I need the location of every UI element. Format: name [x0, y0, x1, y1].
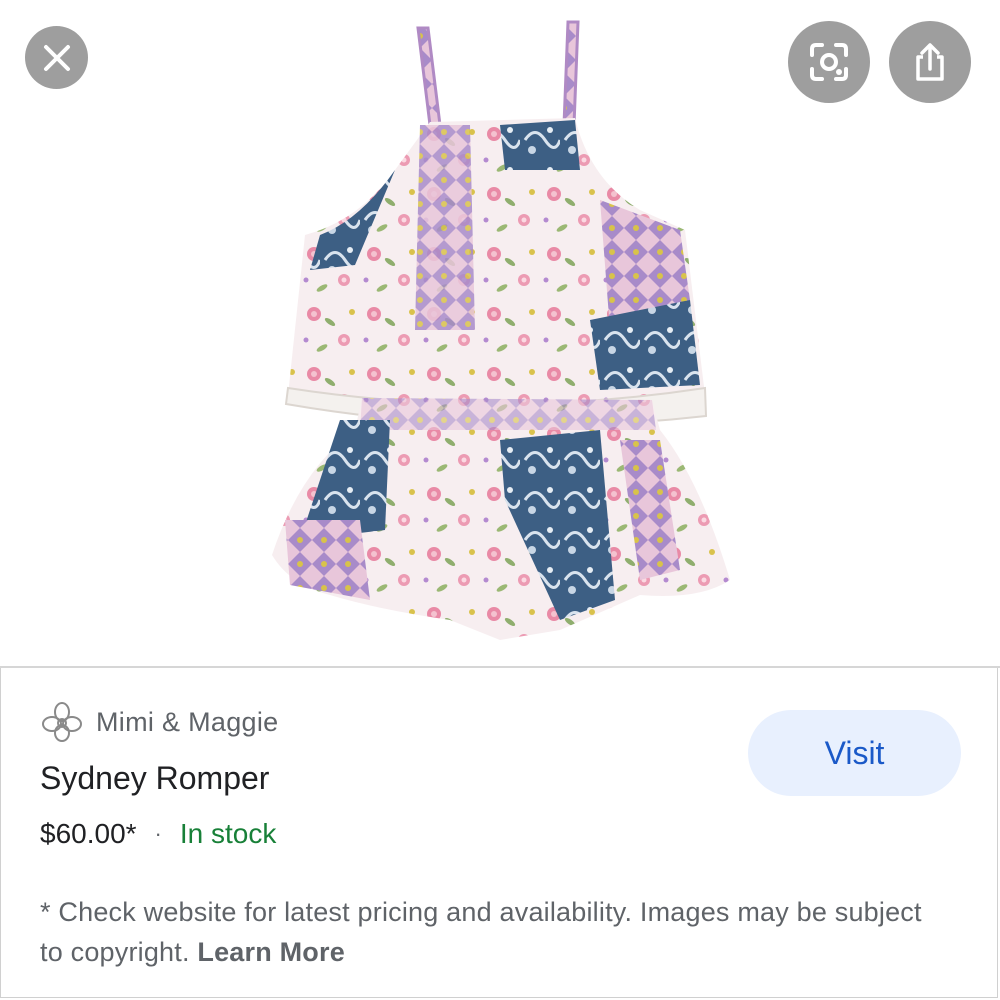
flower-logo-icon — [42, 702, 82, 742]
share-icon — [916, 43, 944, 81]
price: $60.00* — [40, 818, 137, 849]
lens-button[interactable] — [788, 21, 870, 103]
product-info-panel: Mimi & Maggie Sydney Romper $60.00* · In… — [0, 668, 1000, 998]
merchant-name: Mimi & Maggie — [96, 706, 279, 737]
visit-button[interactable]: Visit — [748, 710, 961, 796]
product-image-area — [0, 0, 1000, 668]
close-button[interactable] — [25, 26, 88, 89]
share-button[interactable] — [889, 21, 971, 103]
merchant-row[interactable]: Mimi & Maggie — [40, 700, 278, 744]
disclaimer-text: * Check website for latest pricing and a… — [40, 897, 922, 967]
product-title: Sydney Romper — [40, 760, 270, 796]
product-image — [272, 20, 730, 640]
learn-more-link[interactable]: Learn More — [197, 937, 345, 967]
close-icon — [43, 44, 70, 71]
lens-icon — [810, 43, 848, 81]
separator-dot: · — [154, 821, 162, 846]
disclaimer: * Check website for latest pricing and a… — [40, 892, 940, 972]
price-row: $60.00* · In stock — [40, 818, 276, 850]
stock-status: In stock — [179, 818, 277, 849]
